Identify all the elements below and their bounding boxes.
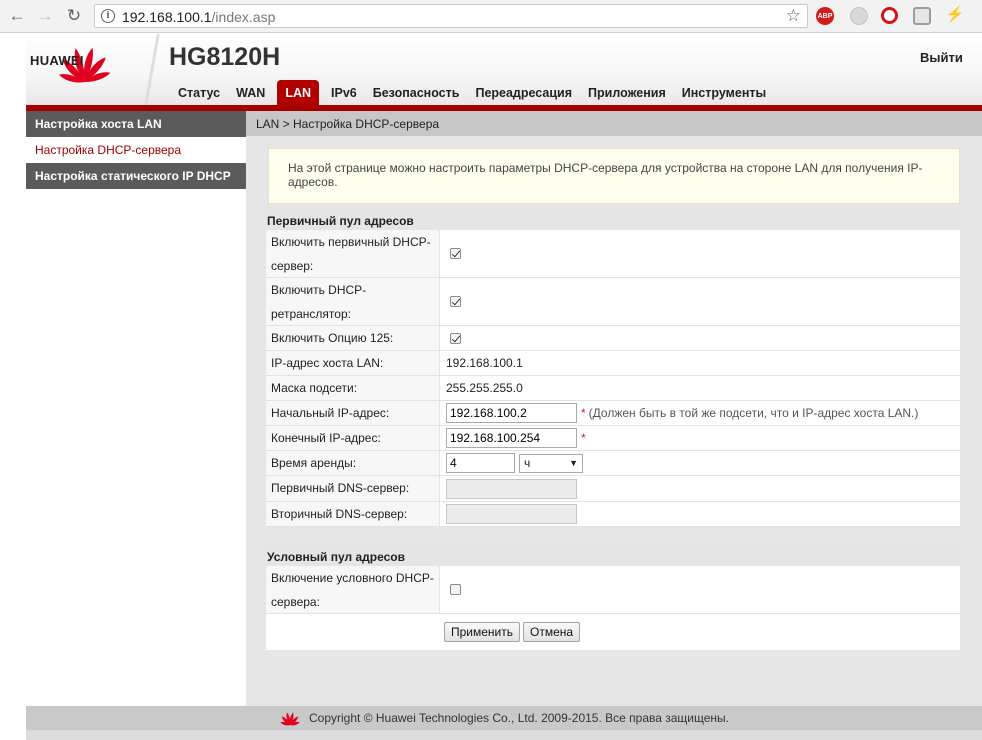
row-enable-dhcp: Включить первичный DHCP-сервер: xyxy=(266,230,960,278)
browser-toolbar: ← → ↻ i 192.168.100.1/index.asp ☆ ABP ⚡ xyxy=(0,0,982,33)
extension-icon[interactable] xyxy=(850,7,868,25)
mask-label: Маска подсети: xyxy=(266,376,440,400)
logo-wordmark: HUAWEI xyxy=(30,53,84,68)
info-icon[interactable]: i xyxy=(101,9,115,23)
dropdown-arrow-icon: ▼ xyxy=(569,458,578,468)
cancel-button[interactable]: Отмена xyxy=(523,622,581,642)
primary-pool-title: Первичный пул адресов xyxy=(266,209,960,230)
row-conditional-dhcp: Включение условного DHCP-сервера: xyxy=(266,566,960,614)
button-row: Применить Отмена xyxy=(266,614,960,650)
host-ip-value: 192.168.100.1 xyxy=(446,356,523,370)
copyright-text: Copyright © Huawei Technologies Co., Ltd… xyxy=(309,711,729,725)
row-mask: Маска подсети: 255.255.255.0 xyxy=(266,376,960,401)
row-dns1: Первичный DNS-сервер: xyxy=(266,476,960,502)
required-mark: * xyxy=(581,431,586,445)
tab-forwarding[interactable]: Переадресация xyxy=(467,80,580,105)
conditional-pool-panel: Условный пул адресов Включение условного… xyxy=(266,545,960,650)
tab-ipv6[interactable]: IPv6 xyxy=(323,80,365,105)
breadcrumb: LAN > Настройка DHCP-сервера xyxy=(246,111,982,136)
header-divider xyxy=(142,34,162,105)
row-lease-time: Время аренды: ч▼ xyxy=(266,451,960,476)
conditional-dhcp-label: Включение условного DHCP-сервера: xyxy=(266,566,440,613)
sidebar-item-dhcp-server[interactable]: Настройка DHCP-сервера xyxy=(26,137,246,163)
huawei-logo xyxy=(26,34,152,105)
option125-checkbox[interactable] xyxy=(450,332,461,344)
primary-pool-panel: Первичный пул адресов Включить первичный… xyxy=(266,209,960,527)
tab-lan[interactable]: LAN xyxy=(277,80,320,105)
start-ip-hint: (Должен быть в той же подсети, что и IP-… xyxy=(588,406,919,420)
opera-icon[interactable] xyxy=(881,7,898,24)
url-text[interactable]: 192.168.100.1/index.asp xyxy=(122,9,275,25)
row-enable-relay: Включить DHCP-ретранслятор: xyxy=(266,278,960,326)
main-nav: Статус WAN LAN IPv6 Безопасность Переадр… xyxy=(170,80,774,105)
logout-link[interactable]: Выйти xyxy=(920,50,963,65)
back-arrow-icon[interactable]: ← xyxy=(6,5,28,27)
tab-security[interactable]: Безопасность xyxy=(365,80,468,105)
mask-value: 255.255.255.0 xyxy=(446,381,523,395)
lease-time-input[interactable] xyxy=(446,453,515,473)
required-mark: * xyxy=(581,406,586,420)
start-ip-input[interactable] xyxy=(446,403,577,423)
tab-applications[interactable]: Приложения xyxy=(580,80,674,105)
enable-relay-checkbox[interactable] xyxy=(450,296,461,307)
screenshot-extension-icon[interactable] xyxy=(913,7,931,25)
bookmark-star-icon[interactable]: ☆ xyxy=(786,6,801,26)
tab-wan[interactable]: WAN xyxy=(228,80,273,105)
lease-time-label: Время аренды: xyxy=(266,451,440,475)
device-model-title: HG8120H xyxy=(169,43,281,71)
address-bar[interactable]: i 192.168.100.1/index.asp ☆ xyxy=(94,4,808,28)
host-ip-label: IP-адрес хоста LAN: xyxy=(266,351,440,375)
lease-unit-select[interactable]: ч ▼ xyxy=(519,453,583,473)
forward-arrow-icon[interactable]: → xyxy=(34,5,56,27)
dns2-input[interactable] xyxy=(446,504,577,524)
conditional-pool-title: Условный пул адресов xyxy=(266,545,960,566)
sidebar-item-static-dhcp[interactable]: Настройка статического IP DHCP xyxy=(26,163,246,189)
dns2-label: Вторичный DNS-сервер: xyxy=(266,502,440,526)
dns1-label: Первичный DNS-сервер: xyxy=(266,476,440,501)
row-host-ip: IP-адрес хоста LAN: 192.168.100.1 xyxy=(266,351,960,376)
enable-dhcp-checkbox[interactable] xyxy=(450,248,461,259)
huawei-flower-icon xyxy=(59,47,111,83)
lightning-icon[interactable]: ⚡ xyxy=(946,5,965,23)
footer: Copyright © Huawei Technologies Co., Ltd… xyxy=(26,706,982,730)
tab-status[interactable]: Статус xyxy=(170,80,228,105)
sidebar: Настройка хоста LAN Настройка DHCP-серве… xyxy=(26,111,246,706)
adblock-plus-icon[interactable]: ABP xyxy=(816,7,834,25)
tab-tools[interactable]: Инструменты xyxy=(674,80,774,105)
end-ip-label: Конечный IP-адрес: xyxy=(266,426,440,450)
start-ip-label: Начальный IP-адрес: xyxy=(266,401,440,425)
row-start-ip: Начальный IP-адрес: * (Должен быть в той… xyxy=(266,401,960,426)
row-dns2: Вторичный DNS-сервер: xyxy=(266,502,960,527)
apply-button[interactable]: Применить xyxy=(444,622,521,642)
enable-relay-label: Включить DHCP-ретранслятор: xyxy=(266,278,440,325)
conditional-dhcp-checkbox[interactable] xyxy=(450,584,461,595)
row-option125: Включить Опцию 125: xyxy=(266,326,960,351)
row-end-ip: Конечный IP-адрес: * xyxy=(266,426,960,451)
option125-label: Включить Опцию 125: xyxy=(266,326,440,350)
enable-dhcp-label: Включить первичный DHCP-сервер: xyxy=(266,230,440,277)
end-ip-input[interactable] xyxy=(446,428,577,448)
info-message: На этой странице можно настроить парамет… xyxy=(268,148,960,204)
dns1-input[interactable] xyxy=(446,478,577,499)
huawei-flower-icon xyxy=(280,712,300,726)
sidebar-item-lan-host[interactable]: Настройка хоста LAN xyxy=(26,111,246,137)
reload-icon[interactable]: ↻ xyxy=(63,5,85,27)
